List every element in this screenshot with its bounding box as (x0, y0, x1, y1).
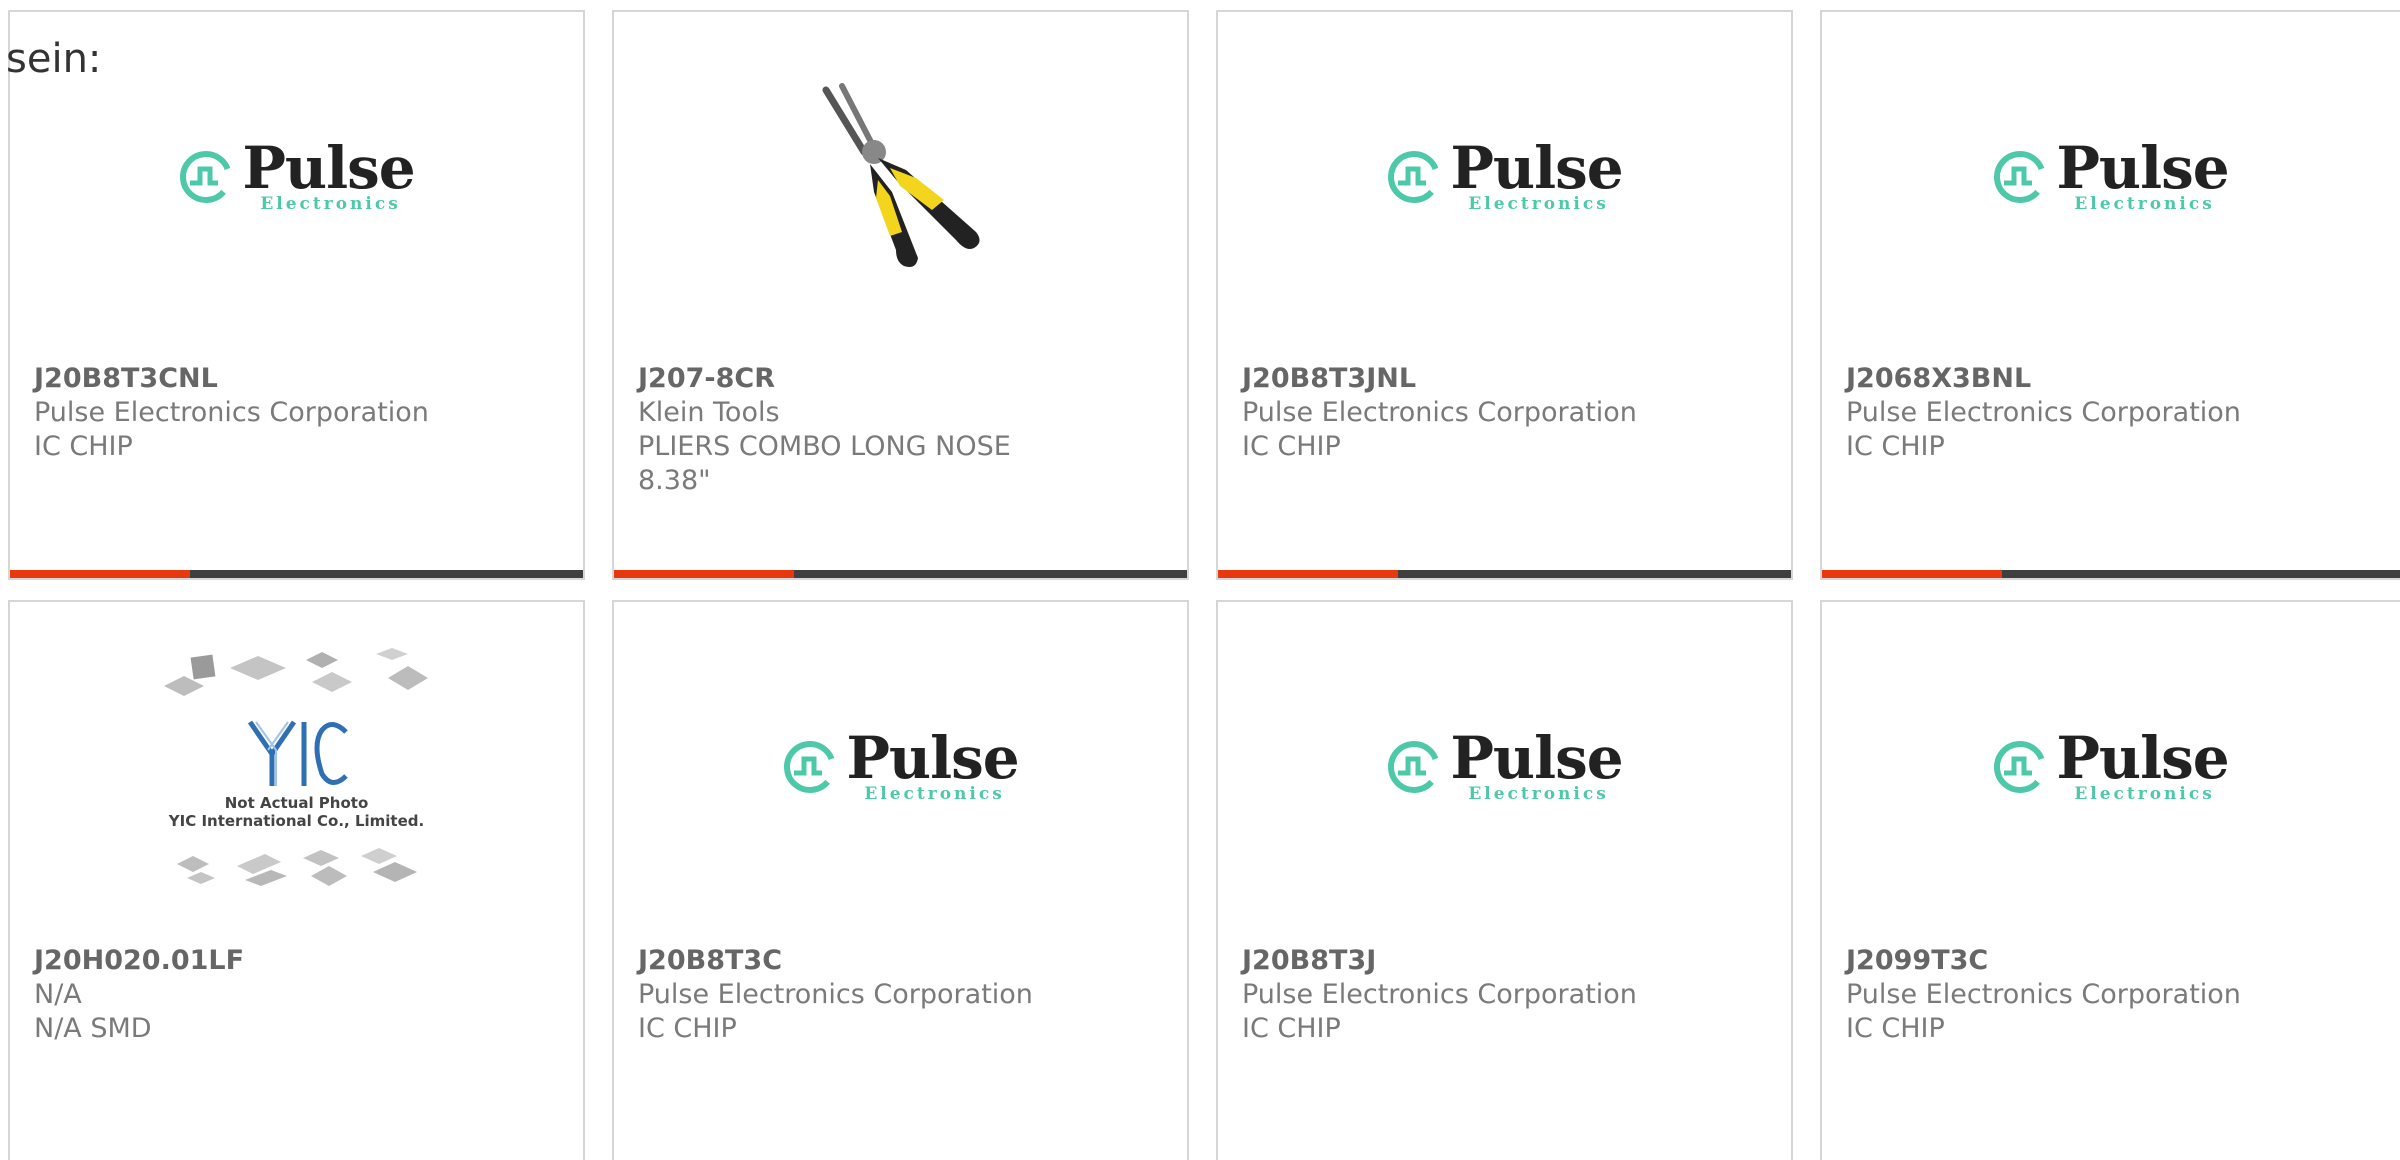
manufacturer: Pulse Electronics Corporation (34, 397, 429, 428)
card-accent (1218, 570, 1398, 578)
pulse-mark-icon (1388, 741, 1441, 793)
manufacturer: Pulse Electronics Corporation (638, 979, 1033, 1010)
manufacturer: Pulse Electronics Corporation (1846, 397, 2241, 428)
ic-packages-icon (163, 648, 428, 696)
product-card[interactable]: Pulse Electronics J20B8T3JNL Pulse Elect… (1216, 10, 1793, 580)
yic-caption-line-1: Not Actual Photo (224, 794, 369, 812)
logo-subtitle: Electronics (2074, 194, 2215, 214)
pulse-electronics-logo: Pulse Electronics (1992, 134, 2230, 214)
product-card[interactable]: J207-8CR Klein Tools PLIERS COMBO LONG N… (612, 10, 1189, 580)
pulse-mark-icon (784, 741, 837, 793)
manufacturer: Pulse Electronics Corporation (1242, 979, 1637, 1010)
logo-subtitle: Electronics (2074, 784, 2215, 804)
pulse-electronics-logo: Pulse Electronics (1386, 724, 1624, 804)
product-image[interactable]: Not Actual Photo YIC International Co., … (10, 602, 583, 932)
product-image[interactable]: Pulse Electronics (1822, 12, 2399, 342)
pulse-electronics-logo: Pulse Electronics (178, 134, 416, 214)
description: N/A SMD (34, 1013, 152, 1044)
card-bottom-bar (10, 570, 583, 578)
part-number-link[interactable]: J207-8CR (638, 362, 1163, 396)
pulse-electronics-logo: Pulse Electronics (782, 724, 1020, 804)
logo-name: Pulse (1450, 724, 1623, 792)
product-image[interactable]: Pulse Electronics (614, 602, 1187, 932)
pulse-electronics-logo: Pulse Electronics (1992, 724, 2230, 804)
pliers-icon (822, 83, 980, 267)
logo-name: Pulse (846, 724, 1019, 792)
part-number-link[interactable]: J20B8T3C (638, 944, 1163, 978)
pulse-electronics-logo: Pulse Electronics (1386, 134, 1624, 214)
pulse-mark-icon (180, 151, 233, 203)
manufacturer: N/A (34, 979, 82, 1010)
logo-subtitle: Electronics (1468, 194, 1609, 214)
product-card[interactable]: Pulse Electronics J2099T3C Pulse Electro… (1820, 600, 2400, 1160)
description: IC CHIP (34, 431, 133, 462)
product-card[interactable]: Pulse Electronics J20B8T3C Pulse Electro… (612, 600, 1189, 1160)
description: IC CHIP (1242, 1013, 1341, 1044)
yic-caption-line-2: YIC International Co., Limited. (168, 812, 425, 830)
ic-packages-icon (176, 848, 417, 886)
description-continued: 8.38" (638, 465, 711, 496)
yic-placeholder-image: Not Actual Photo YIC International Co., … (162, 644, 432, 890)
part-number-link[interactable]: J2099T3C (1846, 944, 2376, 978)
logo-name: Pulse (2056, 134, 2229, 202)
pulse-mark-icon (1388, 151, 1441, 203)
intro-text: sein: (6, 36, 102, 82)
description: PLIERS COMBO LONG NOSE (638, 431, 1011, 462)
pulse-mark-icon (1994, 741, 2047, 793)
logo-name: Pulse (242, 134, 415, 202)
description: IC CHIP (1242, 431, 1341, 462)
card-accent (10, 570, 190, 578)
logo-subtitle: Electronics (864, 784, 1005, 804)
manufacturer: Klein Tools (638, 397, 780, 428)
part-number-link[interactable]: J20B8T3J (1242, 944, 1767, 978)
part-number-link[interactable]: J20H020.01LF (34, 944, 559, 978)
logo-subtitle: Electronics (1468, 784, 1609, 804)
manufacturer: Pulse Electronics Corporation (1242, 397, 1637, 428)
logo-name: Pulse (1450, 134, 1623, 202)
card-bottom-bar (1218, 570, 1791, 578)
card-bottom-bar (614, 570, 1187, 578)
yic-logo-icon (247, 720, 348, 786)
product-card[interactable]: Not Actual Photo YIC International Co., … (8, 600, 585, 1160)
card-accent (1822, 570, 2002, 578)
manufacturer: Pulse Electronics Corporation (1846, 979, 2241, 1010)
part-number-link[interactable]: J20B8T3CNL (34, 362, 559, 396)
product-card[interactable]: Pulse Electronics J20B8T3CNL Pulse Elect… (8, 10, 585, 580)
part-number-link[interactable]: J2068X3BNL (1846, 362, 2376, 396)
product-image[interactable]: Pulse Electronics (1218, 602, 1791, 932)
product-card[interactable]: Pulse Electronics J2068X3BNL Pulse Elect… (1820, 10, 2400, 580)
card-bottom-bar (1822, 570, 2400, 578)
logo-name: Pulse (2056, 724, 2229, 792)
description: IC CHIP (638, 1013, 737, 1044)
description: IC CHIP (1846, 1013, 1945, 1044)
product-image[interactable] (614, 12, 1187, 342)
card-accent (614, 570, 794, 578)
product-image[interactable]: Pulse Electronics (1822, 602, 2399, 932)
product-image[interactable]: Pulse Electronics (1218, 12, 1791, 342)
logo-subtitle: Electronics (260, 194, 401, 214)
pulse-mark-icon (1994, 151, 2047, 203)
product-card[interactable]: Pulse Electronics J20B8T3J Pulse Electro… (1216, 600, 1793, 1160)
part-number-link[interactable]: J20B8T3JNL (1242, 362, 1767, 396)
description: IC CHIP (1846, 431, 1945, 462)
